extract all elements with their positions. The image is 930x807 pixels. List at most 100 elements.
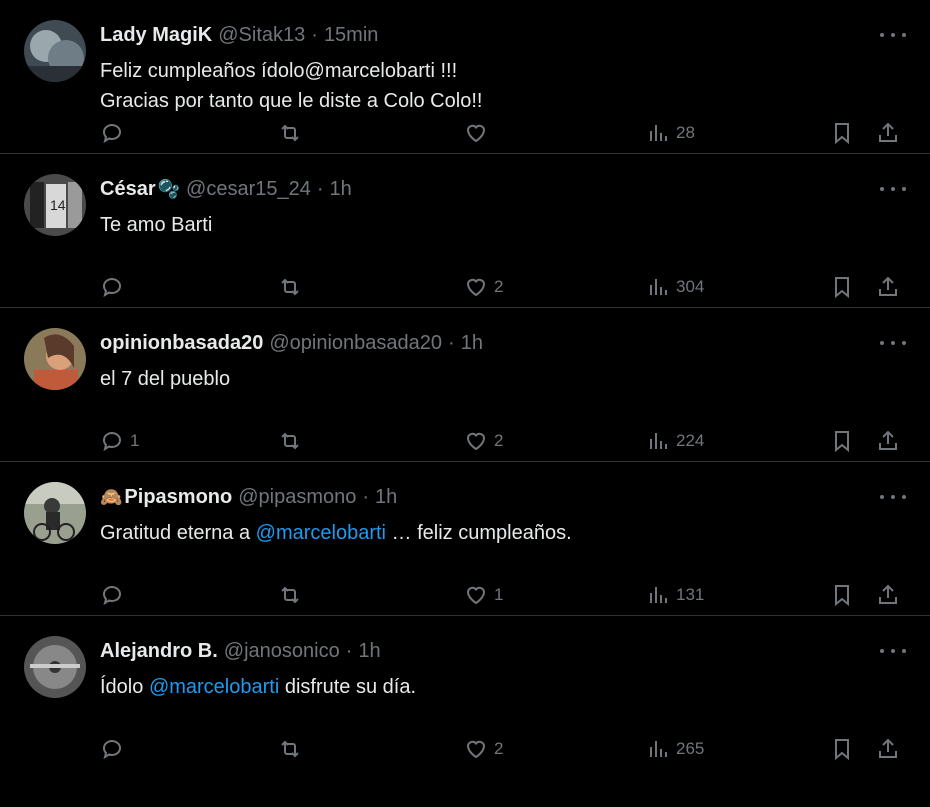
- action-bar: 2 265: [100, 734, 906, 764]
- share-button[interactable]: [876, 426, 900, 456]
- more-options-icon[interactable]: [880, 334, 906, 352]
- reply-button[interactable]: [100, 580, 130, 610]
- display-name[interactable]: opinionbasada20: [100, 332, 263, 355]
- views-button[interactable]: 131: [646, 580, 704, 610]
- like-count: 2: [494, 739, 504, 758]
- reply-button[interactable]: [100, 272, 130, 302]
- more-options-icon[interactable]: [880, 642, 906, 660]
- heart-icon: [466, 740, 486, 759]
- bookmark-button[interactable]: [830, 734, 854, 764]
- reply-icon: [103, 432, 121, 452]
- retweet-button[interactable]: [278, 580, 302, 610]
- user-handle[interactable]: @janosonico: [224, 640, 340, 663]
- tweet[interactable]: 🙈 Pipasmono @pipasmono · 1h Gratitud ete…: [0, 462, 930, 616]
- views-button[interactable]: 265: [646, 734, 704, 764]
- display-name[interactable]: Pipasmono: [124, 486, 232, 509]
- more-options-icon[interactable]: [880, 488, 906, 506]
- like-button[interactable]: 2: [464, 734, 503, 764]
- reply-icon: [103, 740, 121, 760]
- tweet-text: Te amo Barti: [100, 210, 906, 240]
- retweet-icon: [281, 278, 299, 296]
- timestamp[interactable]: 1h: [461, 332, 483, 355]
- action-bar: 1 131: [100, 580, 906, 610]
- name-emoji: 🙈: [100, 486, 123, 507]
- timestamp[interactable]: 1h: [358, 640, 380, 663]
- retweet-icon: [281, 124, 299, 142]
- svg-text:14: 14: [50, 197, 66, 213]
- reply-button[interactable]: 1: [100, 426, 139, 456]
- user-handle[interactable]: @opinionbasada20: [269, 332, 442, 355]
- mention-link[interactable]: @marcelobarti: [149, 676, 279, 698]
- avatar[interactable]: 14: [24, 174, 86, 236]
- action-bar: 28: [100, 118, 906, 148]
- heart-icon: [466, 124, 486, 143]
- avatar-image: [24, 328, 86, 390]
- views-chart-icon: [650, 279, 667, 295]
- share-icon: [879, 122, 897, 142]
- views-button[interactable]: 28: [646, 118, 695, 148]
- tweet[interactable]: Lady MagiK @Sitak13 · 15min Feliz cumple…: [0, 0, 930, 154]
- bookmark-button[interactable]: [830, 118, 854, 148]
- like-button[interactable]: 2: [464, 272, 503, 302]
- bookmark-icon: [835, 123, 849, 145]
- more-options-icon[interactable]: [880, 180, 906, 198]
- view-count: 304: [676, 277, 705, 296]
- share-icon: [879, 276, 897, 296]
- mention-link[interactable]: @marcelobarti: [256, 522, 386, 544]
- view-count: 224: [676, 431, 705, 450]
- retweet-button[interactable]: [278, 118, 302, 148]
- tweet[interactable]: 14 César 🫧 @cesar15_24 · 1h Te amo Barti: [0, 154, 930, 308]
- views-button[interactable]: 224: [646, 426, 704, 456]
- timestamp[interactable]: 15min: [324, 24, 378, 47]
- timestamp[interactable]: 1h: [375, 486, 397, 509]
- user-handle[interactable]: @Sitak13: [218, 24, 305, 47]
- tweet-text-suffix: disfrute su día.: [279, 676, 417, 698]
- share-button[interactable]: [876, 734, 900, 764]
- reply-button[interactable]: [100, 734, 130, 764]
- timestamp[interactable]: 1h: [330, 178, 352, 201]
- avatar[interactable]: [24, 636, 86, 698]
- avatar[interactable]: [24, 328, 86, 390]
- view-count: 131: [676, 585, 705, 604]
- like-button[interactable]: [464, 118, 494, 148]
- user-handle[interactable]: @cesar15_24: [186, 178, 311, 201]
- bookmark-button[interactable]: [830, 426, 854, 456]
- reply-button[interactable]: [100, 118, 130, 148]
- retweet-icon: [281, 740, 299, 758]
- tweet[interactable]: opinionbasada20 @opinionbasada20 · 1h el…: [0, 308, 930, 462]
- like-button[interactable]: 2: [464, 426, 503, 456]
- tweet[interactable]: Alejandro B. @janosonico · 1h Ídolo @mar…: [0, 616, 930, 770]
- bookmark-icon: [835, 431, 849, 453]
- avatar[interactable]: [24, 20, 86, 82]
- share-button[interactable]: [876, 580, 900, 610]
- reply-icon: [103, 586, 121, 606]
- view-count: 265: [676, 739, 705, 758]
- share-button[interactable]: [876, 118, 900, 148]
- action-bar: 2 304: [100, 272, 906, 302]
- bookmark-icon: [835, 739, 849, 761]
- views-chart-icon: [650, 587, 667, 603]
- avatar-image: [24, 636, 86, 698]
- retweet-button[interactable]: [278, 734, 302, 764]
- views-button[interactable]: 304: [646, 272, 704, 302]
- tweet-text-line: Gracias por tanto que le diste a Colo Co…: [100, 90, 483, 112]
- display-name[interactable]: César: [100, 178, 156, 201]
- more-options-icon[interactable]: [880, 26, 906, 44]
- view-count: 28: [676, 123, 695, 142]
- retweet-button[interactable]: [278, 426, 302, 456]
- user-handle[interactable]: @pipasmono: [238, 486, 356, 509]
- retweet-button[interactable]: [278, 272, 302, 302]
- like-count: 2: [494, 431, 504, 450]
- bookmark-button[interactable]: [830, 272, 854, 302]
- avatar[interactable]: [24, 482, 86, 544]
- views-chart-icon: [650, 433, 667, 449]
- bookmark-icon: [835, 585, 849, 607]
- share-icon: [879, 738, 897, 758]
- share-button[interactable]: [876, 272, 900, 302]
- views-chart-icon: [650, 741, 667, 757]
- bookmark-button[interactable]: [830, 580, 854, 610]
- share-icon: [879, 584, 897, 604]
- like-button[interactable]: 1: [464, 580, 503, 610]
- display-name[interactable]: Lady MagiK: [100, 24, 212, 47]
- display-name[interactable]: Alejandro B.: [100, 640, 218, 663]
